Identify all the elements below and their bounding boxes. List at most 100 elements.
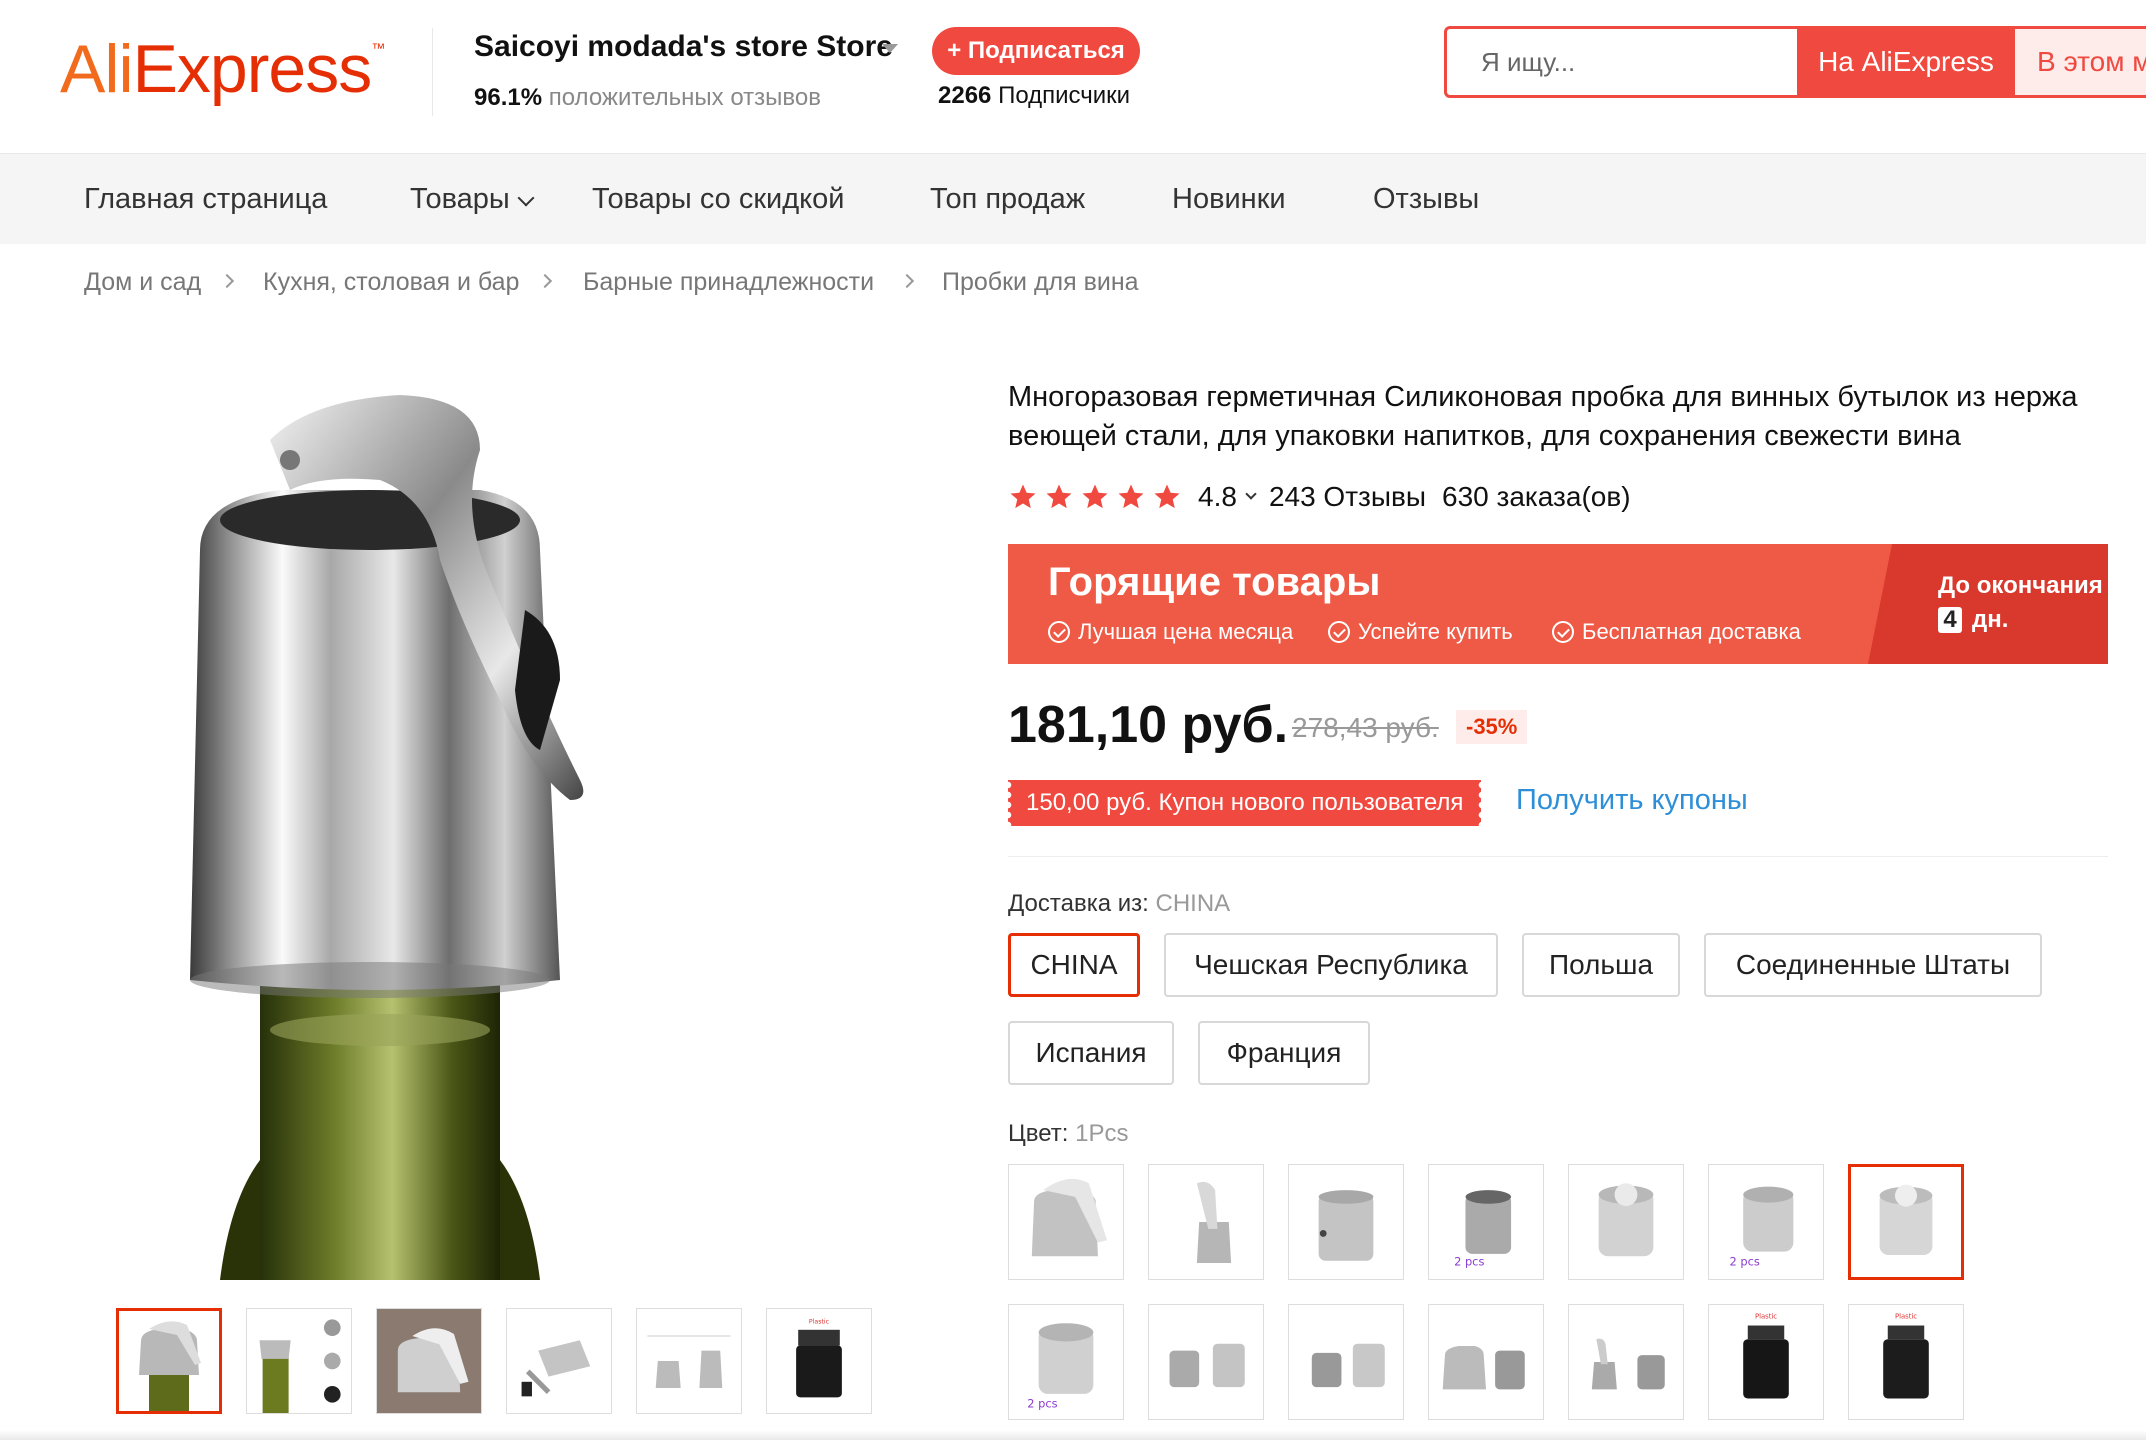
order-count: 630 заказа(ов) — [1442, 481, 1631, 512]
color-swatch[interactable]: Plastic — [1848, 1304, 1964, 1420]
nav-new-arrivals[interactable]: Новинки — [1172, 154, 1286, 244]
header-divider — [432, 28, 433, 116]
countdown-days-label: дн. — [1972, 606, 2009, 633]
hot-feature: Успейте купить — [1328, 619, 1513, 645]
followers-count: 2266 — [938, 82, 992, 109]
main-product-image[interactable] — [160, 380, 960, 1280]
shipping-label: Доставка из: CHINA — [1008, 890, 1230, 918]
star-icon — [1046, 484, 1072, 509]
new-user-coupon[interactable]: 150,00 руб. Купон нового пользователя — [1008, 780, 1482, 826]
color-swatch[interactable] — [1148, 1164, 1264, 1280]
color-swatch[interactable] — [1288, 1164, 1404, 1280]
countdown-label: До окончания — [1938, 572, 2103, 599]
original-price: 278,43 руб. — [1292, 712, 1439, 743]
color-swatch[interactable]: 2 pcs — [1008, 1304, 1124, 1420]
color-label: Цвет: 1Pcs — [1008, 1120, 1128, 1148]
breadcrumb-item[interactable]: Барные принадлежности — [583, 268, 874, 297]
star-icon — [1154, 484, 1180, 509]
gallery-thumbnail[interactable]: Plastic — [766, 1308, 872, 1414]
countdown-days-number: 4 — [1938, 607, 1962, 633]
rating-row: 4.8 243 Отзывы 630 заказа(ов) — [1008, 477, 1631, 517]
hot-feature-label: Успейте купить — [1358, 619, 1513, 644]
color-swatch[interactable] — [1148, 1304, 1264, 1420]
discount-badge: -35% — [1456, 710, 1528, 744]
color-selected-value: 1Pcs — [1075, 1120, 1129, 1147]
store-name[interactable]: Saicoyi modada's store Store — [474, 30, 893, 64]
hot-deals-banner: Горящие товары Лучшая цена месяца Успейт… — [1008, 544, 2108, 664]
gallery-thumbnail[interactable] — [636, 1308, 742, 1414]
color-swatch[interactable] — [1008, 1164, 1124, 1280]
countdown-panel — [1868, 544, 2108, 664]
feedback-percent: 96.1% — [474, 84, 543, 111]
hot-feature-label: Бесплатная доставка — [1582, 619, 1801, 644]
svg-text:Plastic: Plastic — [1755, 1313, 1777, 1321]
nav-reviews[interactable]: Отзывы — [1373, 154, 1479, 244]
color-swatch[interactable]: 2 pcs — [1708, 1164, 1824, 1280]
svg-text:2 pcs: 2 pcs — [1027, 1397, 1057, 1411]
color-swatch[interactable]: 2 pcs — [1428, 1164, 1544, 1280]
product-title: Многоразовая герметичная Силиконовая про… — [1008, 381, 2078, 452]
shipping-option[interactable]: Франция — [1198, 1021, 1370, 1085]
shipping-option[interactable]: CHINA — [1008, 933, 1140, 997]
store-header: AliExpress™ Saicoyi modada's store Store… — [0, 0, 2146, 154]
nav-products-label: Товары — [410, 183, 510, 215]
check-circle-icon — [1328, 621, 1350, 643]
shipping-option[interactable]: Чешская Республика — [1164, 933, 1498, 997]
breadcrumb-item[interactable]: Дом и сад — [84, 268, 201, 297]
shipping-option[interactable]: Польша — [1522, 933, 1680, 997]
check-circle-icon — [1552, 621, 1574, 643]
chevron-down-icon[interactable] — [1245, 488, 1257, 500]
feedback-label: положительных отзывов — [548, 84, 821, 111]
svg-text:Plastic: Plastic — [1895, 1313, 1917, 1321]
svg-text:2 pcs: 2 pcs — [1454, 1254, 1484, 1268]
review-count[interactable]: 243 Отзывы — [1269, 481, 1426, 513]
color-swatch[interactable] — [1288, 1304, 1404, 1420]
gallery-thumbnail[interactable] — [116, 1308, 222, 1414]
color-swatch-selected[interactable] — [1848, 1164, 1964, 1280]
nav-sale[interactable]: Товары со скидкой — [592, 154, 844, 244]
follow-button[interactable]: + Подписаться — [932, 27, 1140, 75]
svg-text:Plastic: Plastic — [809, 1319, 830, 1326]
shipping-option[interactable]: Соединенные Штаты — [1704, 933, 2042, 997]
hot-feature: Бесплатная доставка — [1552, 619, 1801, 645]
gallery-thumbnail[interactable] — [376, 1308, 482, 1414]
shipping-option[interactable]: Испания — [1008, 1021, 1174, 1085]
store-dropdown-caret-icon[interactable] — [882, 44, 898, 53]
page-bottom-edge — [0, 1430, 2146, 1440]
check-circle-icon — [1048, 621, 1070, 643]
countdown-days: 4 дн. — [1938, 606, 2008, 634]
breadcrumb-item[interactable]: Пробки для вина — [942, 268, 1139, 297]
color-label-text: Цвет: — [1008, 1120, 1069, 1147]
hot-deals-title: Горящие товары — [1048, 560, 1381, 604]
nav-top-selling[interactable]: Топ продаж — [930, 154, 1085, 244]
color-swatch[interactable] — [1568, 1164, 1684, 1280]
followers: 2266 Подписчики — [938, 82, 1130, 110]
rating-value[interactable]: 4.8 — [1198, 481, 1237, 513]
current-price: 181,10 руб. — [1008, 696, 1289, 754]
gallery-thumbnail[interactable] — [506, 1308, 612, 1414]
hot-feature-label: Лучшая цена месяца — [1078, 619, 1294, 644]
divider — [1008, 856, 2108, 857]
color-swatch[interactable] — [1428, 1304, 1544, 1420]
store-nav: Главная страница Товары Товары со скидко… — [0, 154, 2146, 244]
svg-text:2 pcs: 2 pcs — [1730, 1254, 1760, 1268]
search-input[interactable] — [1447, 29, 1797, 95]
search-aliexpress-button[interactable]: На AliExpress — [1797, 29, 2015, 95]
chevron-down-icon — [517, 189, 535, 207]
star-icon — [1010, 484, 1036, 509]
aliexpress-logo[interactable]: AliExpress™ — [60, 30, 385, 108]
breadcrumb-item[interactable]: Кухня, столовая и бар — [263, 268, 519, 297]
search-box: На AliExpress В этом м — [1444, 26, 2146, 98]
color-swatch[interactable] — [1568, 1304, 1684, 1420]
search-store-button[interactable]: В этом м — [2015, 29, 2146, 95]
get-coupons-link[interactable]: Получить купоны — [1516, 784, 1748, 817]
store-feedback: 96.1% положительных отзывов — [474, 84, 821, 112]
color-swatch[interactable]: Plastic — [1708, 1304, 1824, 1420]
shipping-label-text: Доставка из: — [1008, 890, 1149, 917]
followers-label: Подписчики — [998, 82, 1131, 109]
nav-home[interactable]: Главная страница — [84, 154, 327, 244]
gallery-thumbnail[interactable] — [246, 1308, 352, 1414]
nav-products[interactable]: Товары — [410, 154, 535, 244]
rating-stars[interactable] — [1008, 482, 1188, 512]
chevron-right-icon — [899, 273, 915, 289]
